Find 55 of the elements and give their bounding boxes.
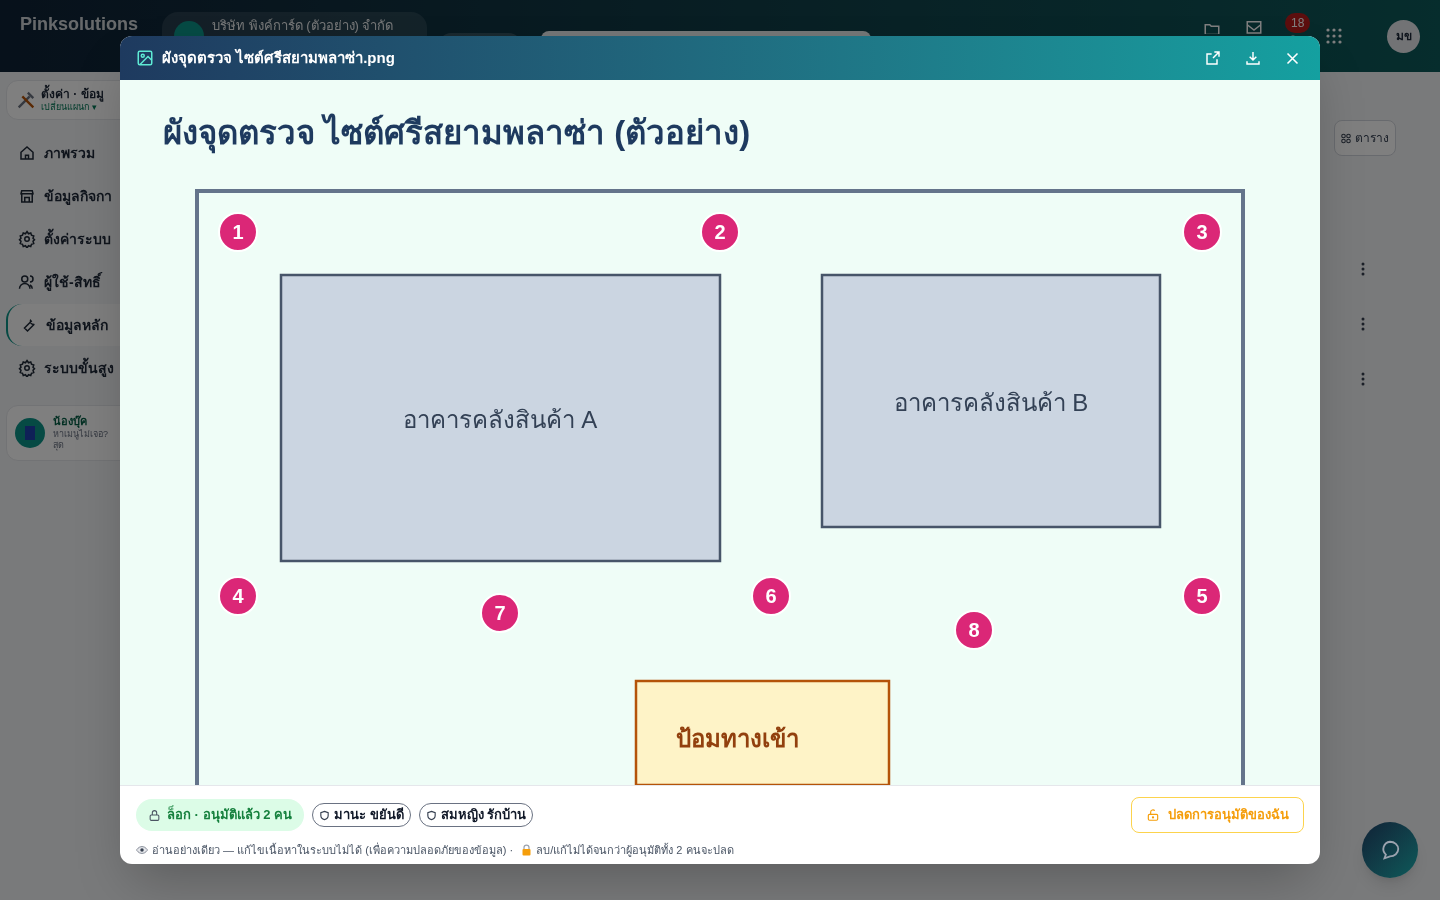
- shield-icon: [319, 809, 330, 821]
- sidebar-item[interactable]: ระบบขั้นสูง: [6, 347, 136, 389]
- book-icon: [15, 418, 45, 448]
- brand-name: Pinksolutions: [20, 14, 139, 34]
- checkpoint-marker: 3: [1182, 212, 1222, 252]
- grid-view-button[interactable]: ตาราง: [1334, 120, 1396, 156]
- assistant-message: สุด: [53, 439, 64, 452]
- sidebar-item[interactable]: ผู้ใช้-สิทธิ์: [6, 261, 136, 303]
- lock-status-badge: ล็อก · อนุมัติแล้ว 2 คน: [136, 799, 304, 831]
- unlock-icon: [1146, 808, 1160, 822]
- open-external-icon[interactable]: [1205, 50, 1221, 66]
- area-label: ป้อมทางเข้า: [675, 725, 799, 752]
- department-title: ตั้งค่า · ข้อมู: [41, 86, 104, 102]
- chat-button[interactable]: [1362, 822, 1418, 878]
- store-icon: [18, 187, 36, 205]
- lock-icon: [148, 808, 161, 822]
- revoke-approval-button[interactable]: ปลดการอนุมัติของฉัน: [1131, 797, 1304, 833]
- mail-icon[interactable]: [1245, 20, 1263, 34]
- settings-icon: [18, 359, 36, 377]
- note-text: ลบ/แก้ไม่ได้จนกว่าผู้อนุมัติทั้ง 2 คนจะปลด: [536, 842, 734, 859]
- area-label: อาคารคลังสินค้า A: [402, 406, 598, 433]
- shield-icon: [425, 809, 437, 821]
- settings-icon: [18, 230, 36, 248]
- sidebar-item[interactable]: ข้อมูลกิจกา: [6, 175, 136, 217]
- more-options-icon[interactable]: [1361, 372, 1365, 386]
- close-icon[interactable]: [1285, 50, 1300, 66]
- tools-icon: [15, 89, 37, 111]
- checkpoint-marker: 6: [751, 576, 791, 616]
- lock-icon: [521, 844, 533, 857]
- notification-count: 18: [1285, 13, 1311, 33]
- home-icon: [18, 144, 36, 162]
- chat-bubble-icon: [1379, 839, 1401, 861]
- sidebar-item[interactable]: ตั้งค่าระบบ: [6, 218, 136, 260]
- checkpoint-marker: 8: [954, 610, 994, 650]
- assistant-message: หาเมนูไม่เจอ?: [53, 428, 108, 440]
- assistant-name: น้องบุ๊ค: [53, 414, 87, 428]
- checkpoint-marker: 4: [218, 576, 258, 616]
- checkpoint-marker: 1: [218, 212, 258, 252]
- more-options-icon[interactable]: [1361, 262, 1365, 276]
- checkpoint-marker: 7: [480, 593, 520, 633]
- area-label: อาคารคลังสินค้า B: [893, 389, 1089, 416]
- dialog-title: ผังจุดตรวจ ไซต์ศรีสยามพลาซ่า.png: [162, 47, 395, 70]
- grid-icon: [1341, 131, 1351, 145]
- note-text: อ่านอย่างเดียว — แก้ไขเนื้อหาในระบบไม่ได้ (เพื่อความปลอดภัยของข้อมูล) ·: [152, 842, 514, 859]
- download-icon[interactable]: [1245, 50, 1261, 66]
- image-icon: [136, 49, 154, 67]
- users-icon: [18, 273, 36, 291]
- sidebar-item[interactable]: ภาพรวม: [6, 132, 136, 174]
- change-department-link[interactable]: เปลี่ยนแผนก ▾: [41, 101, 104, 114]
- checkpoint-marker: 2: [700, 212, 740, 252]
- apps-grid-icon[interactable]: [1325, 27, 1343, 45]
- user-avatar[interactable]: มข: [1387, 19, 1420, 53]
- eye-icon: [136, 844, 148, 857]
- more-options-icon[interactable]: [1361, 317, 1365, 331]
- checkpoint-marker: 5: [1182, 576, 1222, 616]
